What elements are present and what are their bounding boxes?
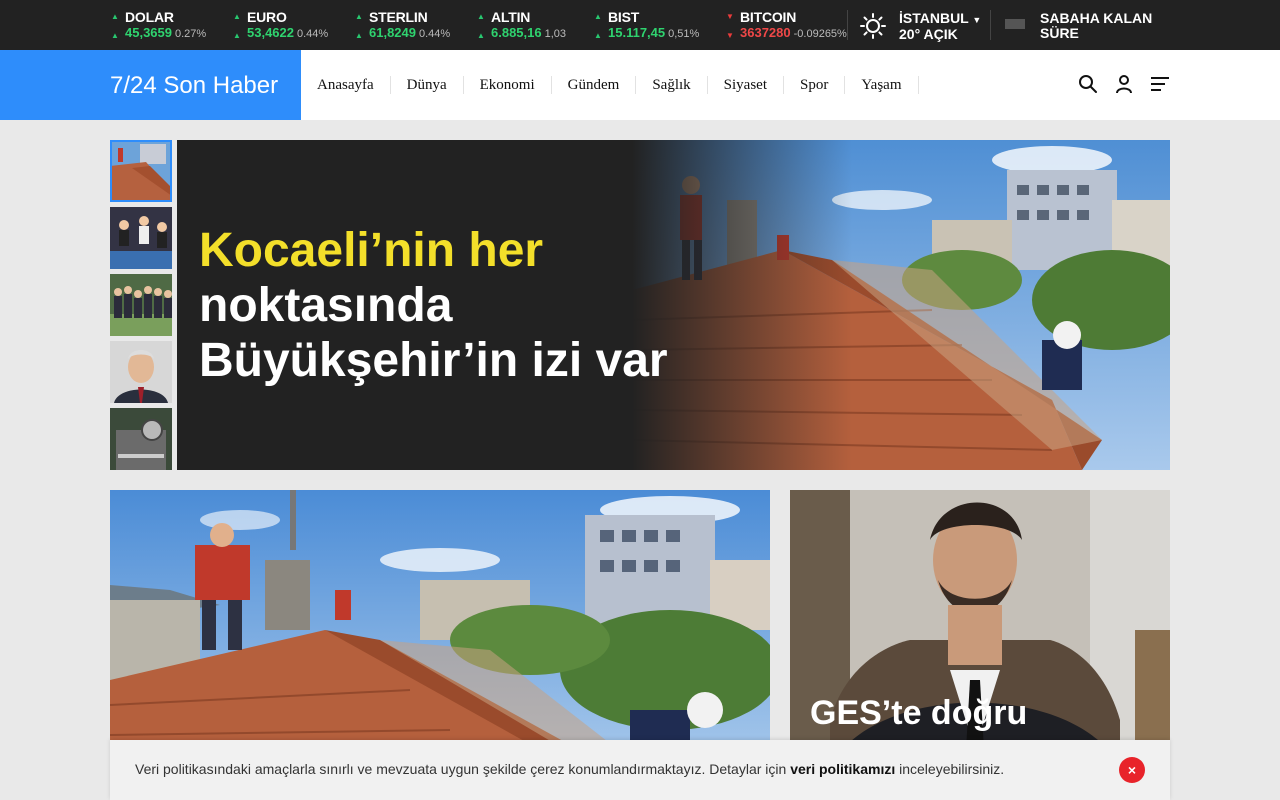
nav-anasayfa[interactable]: Anasayfa bbox=[301, 76, 391, 94]
chevron-down-icon: ▼ bbox=[972, 15, 982, 25]
nav-gundem[interactable]: Gündem bbox=[552, 76, 637, 94]
countdown-box bbox=[1005, 19, 1025, 29]
ticker-euro[interactable]: ▲ EURO ▲ 53,4622 0.44% bbox=[233, 9, 329, 42]
ticker-bitcoin[interactable]: ▼ BITCOIN ▼ 3637280 -0.09265% bbox=[726, 9, 847, 42]
countdown-label-2: SÜRE bbox=[1040, 25, 1079, 41]
countdown-label: SABAHA KALAN bbox=[1040, 10, 1153, 26]
divider bbox=[990, 10, 991, 40]
ticker-value: 15.117,45 bbox=[608, 25, 666, 40]
thumbnail-5[interactable] bbox=[110, 408, 172, 470]
ticker-sterlin[interactable]: ▲ STERLIN ▲ 61,8249 0.44% bbox=[355, 9, 451, 42]
arrow-up-icon: ▲ bbox=[233, 31, 241, 40]
ticker-change: 0,51% bbox=[668, 28, 700, 40]
ticker-name: DOLAR bbox=[125, 9, 174, 25]
cookie-policy-link[interactable]: veri politikamızı bbox=[790, 761, 895, 777]
ticker-name: BITCOIN bbox=[740, 9, 797, 25]
nav-spor[interactable]: Spor bbox=[784, 76, 846, 94]
ticker-name: EURO bbox=[247, 9, 287, 25]
logo-text: 7/24 Son Haber bbox=[110, 72, 279, 99]
ticker-change: -0.09265% bbox=[793, 28, 847, 40]
site-header: 7/24 Son Haber Anasayfa Dünya Ekonomi Gü… bbox=[0, 50, 1280, 120]
ticker-change: 0.44% bbox=[419, 28, 451, 40]
arrow-up-icon: ▲ bbox=[355, 12, 363, 21]
arrow-down-icon: ▼ bbox=[726, 12, 734, 21]
nav-saglik[interactable]: Sağlık bbox=[636, 76, 708, 94]
ticker-altin[interactable]: ▲ ALTIN ▲ 6.885,16 1,03 bbox=[477, 9, 567, 42]
ticker-value: 45,3659 bbox=[125, 25, 172, 40]
thumbnail-3[interactable] bbox=[110, 274, 172, 336]
menu-icon[interactable] bbox=[1150, 74, 1170, 94]
sun-icon bbox=[860, 13, 886, 39]
ticker-value: 61,8249 bbox=[369, 25, 416, 40]
divider bbox=[847, 10, 848, 40]
arrow-down-icon: ▼ bbox=[726, 31, 734, 40]
ticker-dolar[interactable]: ▲ DOLAR ▲ 45,3659 0.27% bbox=[111, 9, 207, 42]
thumbnail-4[interactable] bbox=[110, 341, 172, 403]
hero-slider[interactable]: Kocaeli’nin her noktasında Büyükşehir’in i… bbox=[177, 140, 1170, 470]
ticker-change: 0.27% bbox=[175, 28, 207, 40]
arrow-up-icon: ▲ bbox=[477, 12, 485, 21]
arrow-up-icon: ▲ bbox=[233, 12, 241, 21]
cookie-banner: Veri politikasındaki amaçlarla sınırlı v… bbox=[110, 740, 1170, 800]
search-icon[interactable] bbox=[1078, 74, 1098, 94]
weather-condition: 20° AÇIK bbox=[899, 26, 958, 42]
ticker-value: 6.885,16 bbox=[491, 25, 542, 40]
site-logo[interactable]: 7/24 Son Haber bbox=[0, 50, 301, 120]
news-card-2-title[interactable]: GES’te doğru bbox=[810, 694, 1027, 733]
arrow-up-icon: ▲ bbox=[477, 31, 485, 40]
arrow-up-icon: ▲ bbox=[111, 12, 119, 21]
ticker-change: 1,03 bbox=[544, 28, 567, 40]
weather-widget[interactable]: İSTANBUL ▼ 20° AÇIK bbox=[860, 9, 990, 43]
market-ticker-bar: ▲ DOLAR ▲ 45,3659 0.27% ▲ EURO ▲ 53,4622 0.4… bbox=[0, 0, 1280, 50]
ticker-name: BIST bbox=[608, 9, 640, 25]
hero-headline[interactable]: Kocaeli’nin her noktasında Büyükşehir’in i… bbox=[199, 223, 719, 388]
thumbnail-2[interactable] bbox=[110, 207, 172, 269]
close-icon[interactable]: × bbox=[1119, 757, 1145, 783]
ticker-name: STERLIN bbox=[369, 9, 428, 25]
thumbnail-1[interactable] bbox=[110, 140, 172, 202]
arrow-up-icon: ▲ bbox=[111, 31, 119, 40]
weather-city[interactable]: İSTANBUL ▼ bbox=[899, 10, 981, 26]
arrow-up-icon: ▲ bbox=[594, 31, 602, 40]
cookie-text: Veri politikasındaki amaçlarla sınırlı v… bbox=[135, 761, 1005, 777]
nav-siyaset[interactable]: Siyaset bbox=[708, 76, 784, 94]
arrow-up-icon: ▲ bbox=[594, 12, 602, 21]
hero-thumbnails bbox=[110, 140, 172, 470]
ticker-bist[interactable]: ▲ BIST ▲ 15.117,45 0,51% bbox=[594, 9, 700, 42]
arrow-up-icon: ▲ bbox=[355, 31, 363, 40]
header-actions bbox=[1078, 74, 1170, 94]
main-nav: Anasayfa Dünya Ekonomi Gündem Sağlık Siy… bbox=[301, 50, 919, 120]
ticker-value: 53,4622 bbox=[247, 25, 294, 40]
ticker-name: ALTIN bbox=[491, 9, 531, 25]
nav-dunya[interactable]: Dünya bbox=[391, 76, 464, 94]
nav-ekonomi[interactable]: Ekonomi bbox=[464, 76, 552, 94]
user-icon[interactable] bbox=[1114, 74, 1134, 94]
nav-yasam[interactable]: Yaşam bbox=[845, 76, 919, 94]
ticker-value: 3637280 bbox=[740, 25, 791, 40]
ticker-change: 0.44% bbox=[297, 28, 329, 40]
